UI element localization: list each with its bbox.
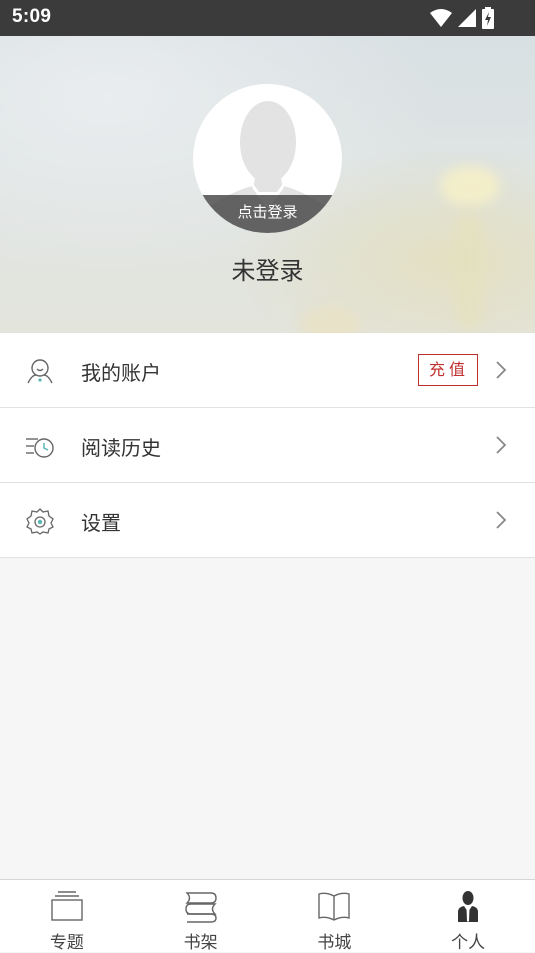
bookstore-icon (318, 892, 351, 921)
menu-item-label: 阅读历史 (81, 436, 161, 460)
status-time: 5:09 (12, 6, 52, 27)
background-blur-blob (440, 166, 500, 206)
tab-profile[interactable]: 个人 (401, 880, 535, 953)
signal-icon (458, 9, 476, 27)
account-icon (27, 359, 53, 384)
tab-label: 个人 (451, 933, 486, 953)
tab-label: 书架 (183, 933, 218, 953)
tab-label: 专题 (49, 933, 84, 953)
wifi-icon (430, 9, 452, 27)
tab-bookstore[interactable]: 书城 (268, 880, 402, 953)
menu-item-label: 设置 (81, 511, 121, 535)
profile-icon (458, 891, 479, 922)
menu-item-account[interactable]: 我的账户 充值 (0, 333, 535, 408)
battery-charging-icon (482, 7, 494, 29)
chevron-right-icon (496, 511, 507, 529)
tab-label: 书城 (317, 933, 352, 953)
avatar-login-button[interactable]: 点击登录 (193, 84, 342, 233)
profile-menu: 我的账户 充值 阅读历史 设置 (0, 333, 535, 558)
menu-item-settings[interactable]: 设置 (0, 483, 535, 558)
bottom-tab-bar: 专题 书架 书城 个人 (0, 879, 535, 953)
username: 未登录 (231, 257, 304, 285)
bookshelf-icon (184, 892, 217, 923)
tab-bookshelf[interactable]: 书架 (134, 880, 268, 953)
status-bar: 5:09 (0, 0, 535, 36)
chevron-right-icon (496, 436, 507, 454)
topics-icon (51, 891, 83, 921)
recharge-button[interactable]: 充值 (418, 354, 478, 386)
background-blur-blob (300, 306, 360, 333)
settings-icon (26, 508, 54, 535)
chevron-right-icon (496, 361, 507, 379)
menu-item-reading-history[interactable]: 阅读历史 (0, 408, 535, 483)
login-prompt: 点击登录 (193, 195, 342, 233)
history-icon (26, 438, 54, 458)
tab-topics[interactable]: 专题 (0, 880, 134, 953)
status-icons (429, 7, 495, 29)
profile-header: 点击登录 未登录 (0, 36, 535, 333)
menu-item-label: 我的账户 (81, 361, 161, 385)
